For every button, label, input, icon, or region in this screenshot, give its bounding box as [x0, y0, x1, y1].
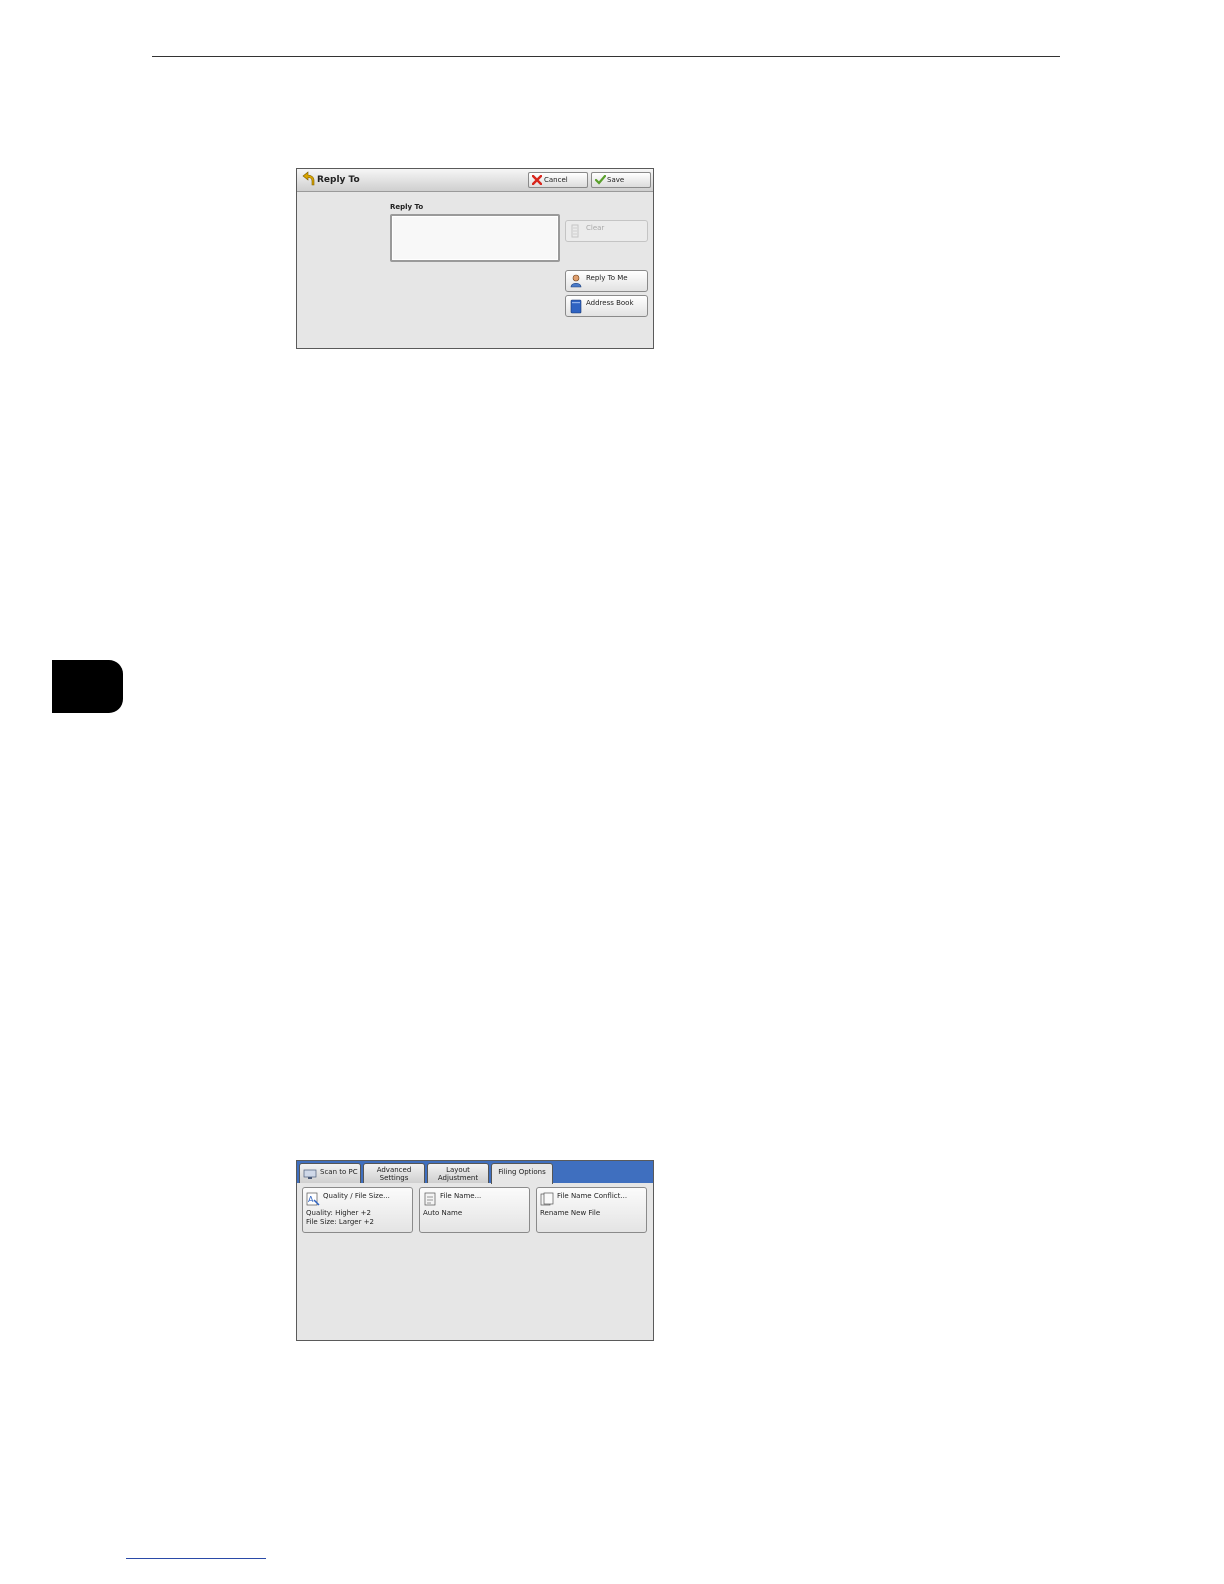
cancel-x-icon	[532, 175, 542, 185]
tab-label-line1: Advanced	[376, 1166, 412, 1174]
file-name-button[interactable]: File Name... Auto Name	[419, 1187, 530, 1233]
address-book-icon	[570, 299, 582, 314]
back-arrow-icon[interactable]	[301, 171, 315, 187]
checkmark-icon	[595, 175, 606, 185]
header-rule	[152, 56, 1060, 57]
file-name-conflict-button[interactable]: File Name Conflict... Rename New File	[536, 1187, 647, 1233]
scan-to-pc-icon	[303, 1169, 317, 1179]
tile-values: Auto Name	[423, 1209, 462, 1218]
cancel-label: Cancel	[544, 176, 568, 184]
tab-label: Scan to PC	[320, 1168, 358, 1176]
address-book-label: Address Book	[586, 299, 634, 307]
reply-to-me-label: Reply To Me	[586, 274, 628, 282]
clear-label: Clear	[586, 224, 605, 232]
screen-title: Reply To	[317, 175, 360, 185]
tile-values: Quality: Higher +2 File Size: Larger +2	[306, 1209, 374, 1227]
screen-header: Reply To Cancel Save	[297, 169, 653, 192]
tile-value: Rename New File	[540, 1209, 601, 1217]
tab-label-line2: Settings	[379, 1174, 409, 1182]
clear-icon	[571, 224, 579, 238]
save-label: Save	[607, 176, 625, 184]
save-button[interactable]: Save	[591, 172, 651, 188]
footer-link-rule	[126, 1558, 266, 1559]
clear-button[interactable]: Clear	[565, 220, 648, 242]
svg-text:A: A	[308, 1195, 314, 1204]
file-name-conflict-icon	[540, 1192, 554, 1206]
reply-to-field-label: Reply To	[390, 203, 424, 211]
tile-value: Auto Name	[423, 1209, 463, 1217]
tab-advanced-settings[interactable]: Advanced Settings	[363, 1163, 425, 1183]
chapter-tab-marker	[52, 660, 123, 713]
filing-options-screen: Scan to PC Advanced Settings Layout Adju…	[296, 1160, 654, 1341]
tile-value-file-size: File Size: Larger +2	[306, 1218, 375, 1226]
tab-label-line1: Layout	[446, 1166, 470, 1174]
tile-value-quality: Quality: Higher +2	[306, 1209, 371, 1217]
quality-file-size-button[interactable]: A Quality / File Size... Quality: Higher…	[302, 1187, 413, 1233]
tile-title: File Name...	[440, 1192, 482, 1200]
file-name-icon	[424, 1192, 436, 1206]
tab-strip: Scan to PC Advanced Settings Layout Adju…	[297, 1161, 653, 1184]
user-icon	[570, 274, 582, 288]
quality-file-size-icon: A	[306, 1192, 320, 1206]
tab-filing-options[interactable]: Filing Options	[491, 1163, 553, 1184]
reply-to-input[interactable]	[390, 214, 560, 262]
tab-layout-adjustment[interactable]: Layout Adjustment	[427, 1163, 489, 1183]
address-book-button[interactable]: Address Book	[565, 295, 648, 317]
tile-title: File Name Conflict...	[557, 1192, 628, 1200]
reply-to-me-button[interactable]: Reply To Me	[565, 270, 648, 292]
tile-title: Quality / File Size...	[323, 1192, 390, 1200]
tile-values: Rename New File	[540, 1209, 600, 1218]
cancel-button[interactable]: Cancel	[528, 172, 588, 188]
tab-scan-to-pc[interactable]: Scan to PC	[299, 1163, 361, 1183]
tab-label-line2: Adjustment	[437, 1174, 479, 1182]
reply-to-screen: Reply To Cancel Save Reply To Clear Repl…	[296, 168, 654, 349]
tab-label: Filing Options	[498, 1168, 546, 1176]
